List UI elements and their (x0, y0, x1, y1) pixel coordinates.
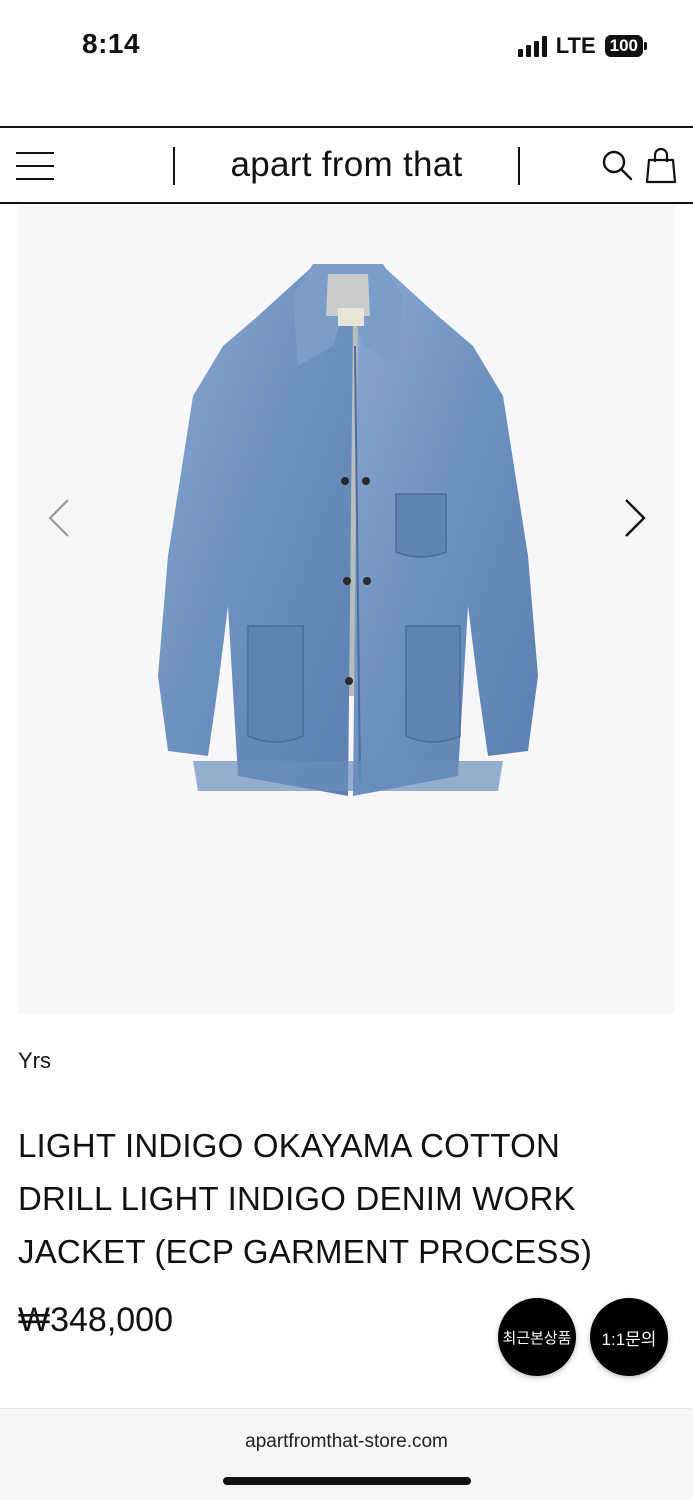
header-divider (518, 147, 520, 185)
status-bar: 8:14 LTE 100 (0, 0, 693, 92)
chevron-left-icon[interactable] (46, 496, 72, 540)
site-header: apart from that (0, 126, 693, 204)
network-type: LTE (555, 33, 596, 58)
shopping-bag-icon[interactable] (645, 146, 677, 184)
url-text[interactable]: apartfromthat-store.com (0, 1431, 693, 1453)
browser-url-bar: apartfromthat-store.com (0, 1408, 693, 1500)
chevron-right-icon[interactable] (622, 496, 648, 540)
product-gallery[interactable] (18, 206, 675, 1014)
status-time: 8:14 (82, 28, 141, 59)
battery-level: 100 (604, 35, 643, 57)
battery-icon: 100 (604, 35, 647, 57)
denim-jacket-image (158, 264, 538, 796)
hamburger-menu-icon[interactable] (16, 152, 54, 180)
recently-viewed-button[interactable]: 최근본상품 (498, 1298, 576, 1376)
search-icon[interactable] (600, 148, 634, 182)
product-title: LIGHT INDIGO OKAYAMA COTTON DRILL LIGHT … (18, 1127, 593, 1270)
status-indicators: LTE 100 (517, 33, 647, 59)
product-brand[interactable]: Yrs (18, 1048, 51, 1074)
product-price: ₩348,000 (18, 1301, 173, 1339)
signal-icon (517, 35, 547, 57)
inquiry-button[interactable]: 1:1문의 (590, 1298, 668, 1376)
home-indicator[interactable] (223, 1477, 471, 1485)
site-logo[interactable]: apart from that (175, 145, 518, 185)
